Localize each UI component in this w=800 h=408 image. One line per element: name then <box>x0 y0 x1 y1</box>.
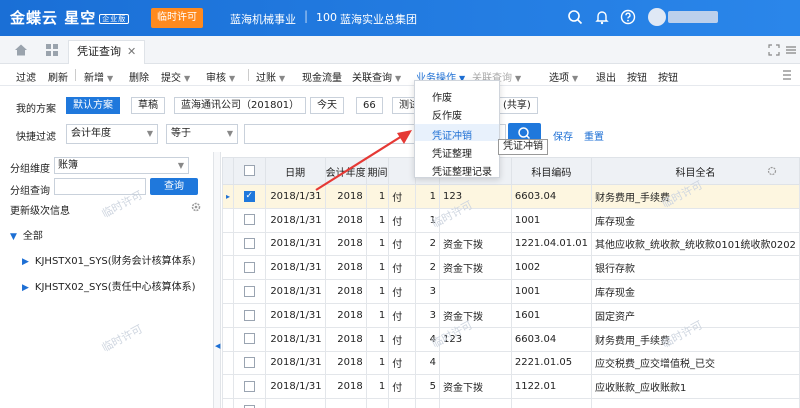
tooltip: 凭证冲销 <box>498 139 548 155</box>
menu-item-unvoid[interactable]: 反作废 <box>432 107 462 122</box>
menu-item-void[interactable]: 作废 <box>432 89 452 104</box>
menu-item-organize-log[interactable]: 凭证整理记录 <box>432 163 492 178</box>
business-ops-dropdown: 作废 反作废 凭证冲销 凭证整理 凭证整理记录 <box>414 80 500 178</box>
menu-item-organize[interactable]: 凭证整理 <box>432 145 472 160</box>
menu-item-reverse[interactable]: 凭证冲销 <box>432 127 472 142</box>
annotation-arrow <box>315 130 412 191</box>
